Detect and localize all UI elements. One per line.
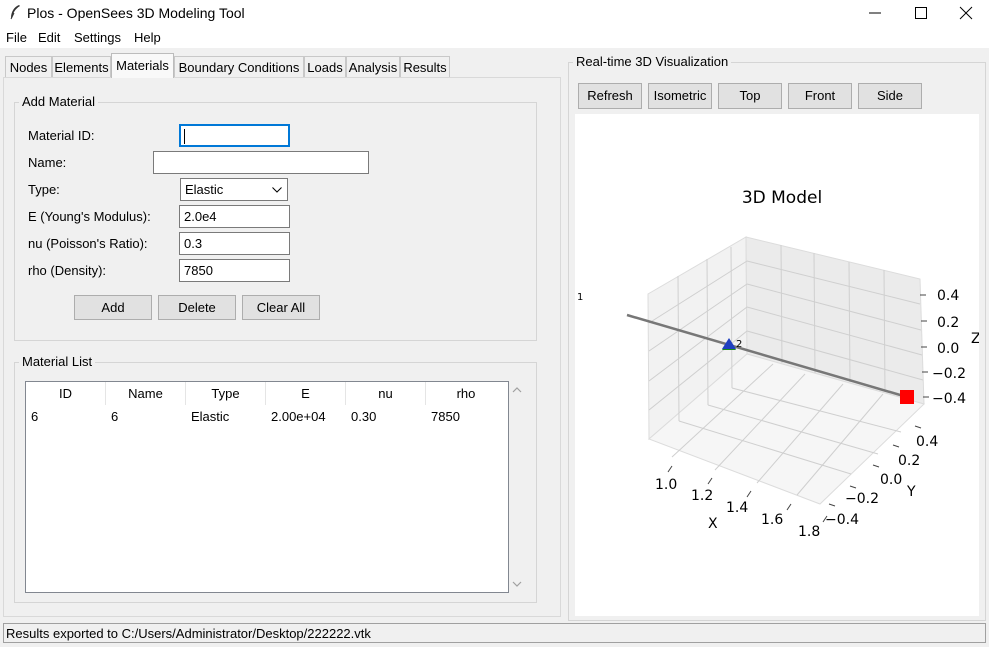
tab-nodes[interactable]: Nodes <box>5 56 52 77</box>
nu-label: nu (Poisson's Ratio): <box>28 236 148 251</box>
text-cursor <box>184 129 185 144</box>
minimize-button[interactable] <box>852 0 898 26</box>
menu-bar: File Edit Settings Help <box>0 26 989 48</box>
front-view-button[interactable]: Front <box>788 83 852 109</box>
tab-results[interactable]: Results <box>400 56 450 77</box>
cell-e: 2.00e+04 <box>271 409 326 424</box>
table-row[interactable]: 6 6 Elastic 2.00e+04 0.30 7850 <box>26 406 508 426</box>
isometric-button[interactable]: Isometric <box>648 83 712 109</box>
type-select[interactable]: Elastic <box>180 178 288 201</box>
plot-canvas[interactable]: 3D Model 1 2 0.4 0.2 0.0 −0.2 −0.4 Z 0.4… <box>575 114 981 616</box>
refresh-button[interactable]: Refresh <box>578 83 642 109</box>
menu-help[interactable]: Help <box>134 30 161 45</box>
rho-label: rho (Density): <box>28 263 107 278</box>
maximize-button[interactable] <box>898 0 944 26</box>
plot-title: 3D Model <box>742 188 822 208</box>
menu-settings[interactable]: Settings <box>74 30 121 45</box>
type-label: Type: <box>28 182 60 197</box>
column-header-nu[interactable]: nu <box>346 382 426 405</box>
y-tick: 0.4 <box>916 434 938 450</box>
material-list-title: Material List <box>19 354 96 369</box>
status-text: Results exported to C:/Users/Administrat… <box>6 626 371 641</box>
clear-all-button[interactable]: Clear All <box>242 295 320 320</box>
cell-name: 6 <box>111 409 119 424</box>
column-header-type[interactable]: Type <box>186 382 266 405</box>
menu-edit[interactable]: Edit <box>38 30 60 45</box>
feather-icon <box>10 5 20 20</box>
nu-input[interactable]: 0.3 <box>179 232 290 255</box>
tab-boundary-conditions[interactable]: Boundary Conditions <box>174 56 304 77</box>
z-tick: 0.2 <box>937 315 959 331</box>
z-tick: −0.4 <box>932 391 966 407</box>
column-header-id[interactable]: ID <box>26 382 106 405</box>
y-tick: 0.2 <box>898 453 920 469</box>
column-header-name[interactable]: Name <box>106 382 186 405</box>
x-tick: 1.8 <box>798 524 820 540</box>
scroll-down-icon[interactable] <box>512 580 522 588</box>
x-tick: 1.0 <box>655 477 677 493</box>
load-marker <box>900 390 914 404</box>
name-label: Name: <box>28 155 67 170</box>
cell-type: Elastic <box>191 409 230 424</box>
top-view-button[interactable]: Top <box>718 83 782 109</box>
tab-materials[interactable]: Materials <box>111 53 174 78</box>
x-tick: 1.2 <box>691 488 713 504</box>
e-input[interactable]: 2.0e4 <box>179 205 290 228</box>
y-tick: 0.0 <box>880 472 902 488</box>
window-title: Plos - OpenSees 3D Modeling Tool <box>27 5 245 21</box>
tab-analysis[interactable]: Analysis <box>346 56 400 77</box>
maximize-icon <box>915 7 927 19</box>
node-label-2: 2 <box>736 339 742 350</box>
material-id-input[interactable] <box>179 124 290 147</box>
x-axis-label: X <box>708 516 718 532</box>
node-label-1: 1 <box>577 292 583 303</box>
name-input[interactable] <box>153 151 369 174</box>
material-table[interactable]: ID Name Type E nu rho 6 6 Elastic 2.00e+… <box>25 381 509 593</box>
tab-loads[interactable]: Loads <box>304 56 346 77</box>
z-tick: 0.4 <box>937 288 959 304</box>
column-header-e[interactable]: E <box>266 382 346 405</box>
chevron-down-icon <box>272 187 282 193</box>
side-view-button[interactable]: Side <box>858 83 922 109</box>
close-button[interactable] <box>943 0 989 26</box>
z-tick: 0.0 <box>937 341 959 357</box>
z-tick: −0.2 <box>932 366 966 382</box>
column-header-rho[interactable]: rho <box>426 382 506 405</box>
rho-input[interactable]: 7850 <box>179 259 290 282</box>
y-tick: −0.4 <box>825 512 859 528</box>
x-tick: 1.4 <box>726 500 748 516</box>
y-axis-label: Y <box>906 484 916 500</box>
add-button[interactable]: Add <box>74 295 152 320</box>
cell-id: 6 <box>31 409 39 424</box>
cell-nu: 0.30 <box>351 409 377 424</box>
delete-button[interactable]: Delete <box>158 295 236 320</box>
menu-file[interactable]: File <box>6 30 27 45</box>
e-label: E (Young's Modulus): <box>28 209 151 224</box>
z-axis-label: Z <box>971 331 979 347</box>
status-bar: Results exported to C:/Users/Administrat… <box>3 623 986 643</box>
x-tick: 1.6 <box>761 512 783 528</box>
3d-plot: 3D Model 1 2 0.4 0.2 0.0 −0.2 −0.4 Z 0.4… <box>577 188 981 540</box>
minimize-icon <box>869 12 881 14</box>
visualization-title: Real-time 3D Visualization <box>573 54 732 69</box>
cell-rho: 7850 <box>431 409 460 424</box>
material-id-label: Material ID: <box>28 128 95 143</box>
y-tick: −0.2 <box>845 491 879 507</box>
scroll-up-icon[interactable] <box>512 386 522 394</box>
add-material-title: Add Material <box>19 94 98 109</box>
title-bar: Plos - OpenSees 3D Modeling Tool <box>0 0 989 26</box>
close-icon <box>959 6 973 20</box>
tab-elements[interactable]: Elements <box>52 56 111 77</box>
